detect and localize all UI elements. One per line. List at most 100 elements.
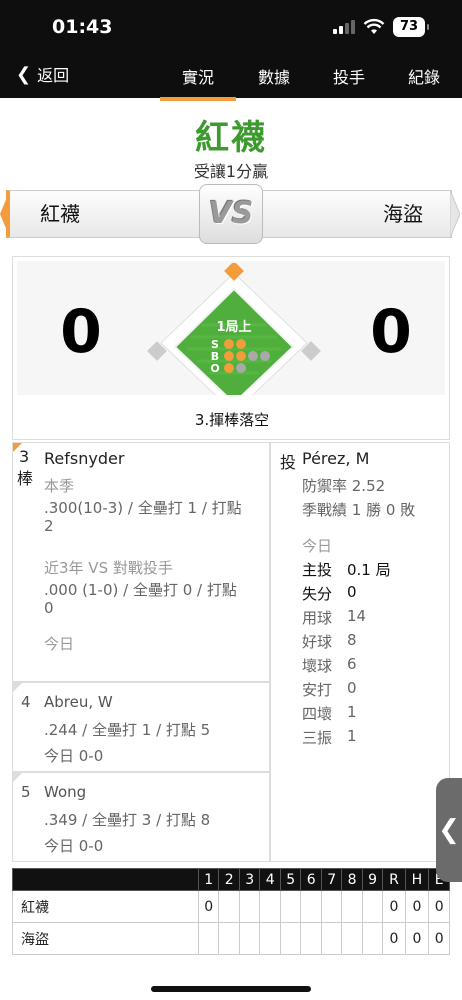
pitcher-tag: 投 — [280, 453, 297, 472]
pitcher-card[interactable]: 投 Pérez, M 防禦率 2.52 季戰績 1 勝 0 敗 今日 主投 0.… — [270, 442, 450, 862]
inning-header: 4 — [259, 868, 281, 891]
batter-corner-marker — [13, 773, 22, 782]
ball-light — [260, 351, 270, 361]
matchup-bar: 紅襪 海盜 VS — [0, 184, 462, 244]
stat-label-hits: 安打 — [302, 681, 333, 699]
inning-header: 7 — [320, 868, 343, 891]
stat-label-pitches: 用球 — [302, 609, 333, 627]
stat-label-balls: 壞球 — [302, 657, 333, 675]
next-batter-order: 4 — [21, 693, 31, 711]
linescore-cell — [279, 890, 302, 923]
stat-label-strikes: 好球 — [302, 633, 333, 651]
stat-value-balls: 6 — [347, 655, 357, 673]
pitcher-name: Pérez, M — [302, 449, 370, 468]
linescore-cell — [259, 890, 281, 923]
linescore-cell: 0 — [428, 922, 450, 955]
linescore-cell: 0 — [428, 890, 450, 923]
batter-corner-marker — [13, 683, 22, 692]
team-pointer-right-icon — [450, 190, 460, 238]
strike-light — [224, 339, 234, 349]
leading-team: 紅襪 — [195, 118, 267, 158]
handicap-status: 受讓1分贏 — [193, 162, 269, 181]
linescore-team: 海盜 — [12, 922, 199, 955]
vs-pitcher-label: 近3年 VS 對戰投手 — [44, 559, 173, 577]
batter-name: Refsnyder — [44, 449, 125, 468]
pitcher-record: 季戰績 1 勝 0 敗 — [302, 501, 416, 519]
home-team-name: 海盜 — [252, 190, 452, 238]
out-label: O — [210, 362, 219, 375]
inning-header: 9 — [361, 868, 384, 891]
stat-label-walks: 四壞 — [302, 705, 333, 723]
next-batter-stats: .244 / 全壘打 1 / 打點 5 — [44, 721, 211, 739]
inning-label: 1局上 — [216, 320, 251, 335]
linescore-cell — [300, 890, 322, 923]
stat-value-strikes: 8 — [347, 631, 357, 649]
next-batter-today: 今日 0-0 — [44, 837, 104, 855]
score-panel: 0 0 1局上 S B O — [17, 261, 445, 395]
stat-value-innings: 0.1 局 — [347, 561, 391, 579]
cellular-signal-icon — [333, 20, 355, 34]
last-play: 3.揮棒落空 — [194, 411, 270, 429]
next-batter-name: Abreu, W — [44, 693, 113, 711]
next-batter-stats: .349 / 全壘打 3 / 打點 8 — [44, 811, 211, 829]
linescore-table: 1 2 3 4 5 6 7 8 9 R H E 紅襪 0 0 0 0 海盜 0 … — [12, 868, 450, 955]
linescore-cell — [300, 922, 322, 955]
strike-light — [236, 339, 246, 349]
linescore-cell: 0 — [404, 922, 430, 955]
tab-stats[interactable]: 數據 — [236, 64, 312, 88]
next-batter-card[interactable]: 4 Abreu, W .244 / 全壘打 1 / 打點 5 今日 0-0 — [12, 682, 270, 772]
tab-pitchers[interactable]: 投手 — [311, 64, 387, 88]
stat-value-walks: 1 — [347, 703, 357, 721]
stat-value-strikeouts: 1 — [347, 727, 357, 745]
linescore-cell — [361, 890, 384, 923]
next-batter-today: 今日 0-0 — [44, 747, 104, 765]
tab-live[interactable]: 實況 — [160, 64, 236, 101]
linescore-cell: 0 — [197, 890, 220, 923]
team-pointer-left-icon — [0, 190, 10, 238]
next-batter-card[interactable]: 5 Wong .349 / 全壘打 3 / 打點 8 今日 0-0 — [12, 772, 270, 862]
linescore-cell — [259, 922, 281, 955]
linescore-cell — [238, 890, 261, 923]
chevron-left-icon: ❮ — [438, 815, 460, 845]
next-batter-order: 5 — [21, 783, 31, 801]
linescore-cell — [238, 922, 261, 955]
current-batter-card[interactable]: 3 棒 Refsnyder 本季 .300(10-3) / 全壘打 1 / 打點… — [12, 442, 270, 682]
batter-today-label: 今日 — [44, 635, 75, 653]
linescore-corner — [12, 868, 199, 891]
home-score: 0 — [370, 297, 412, 367]
inning-header: 5 — [279, 868, 302, 891]
stat-label-strikeouts: 三振 — [302, 729, 333, 747]
tab-bar: 實況 數據 投手 紀錄 — [0, 58, 462, 101]
batting-order-unit: 棒 — [17, 469, 34, 488]
side-drawer-handle[interactable]: ❮ — [436, 778, 462, 882]
ball-light — [236, 351, 246, 361]
ball-light — [248, 351, 258, 361]
away-team-name: 紅襪 — [6, 190, 212, 238]
inning-header: 1 — [197, 868, 220, 891]
tab-records[interactable]: 紀錄 — [386, 64, 462, 88]
table-row: 紅襪 0 0 0 0 — [12, 890, 450, 923]
linescore-header: 1 2 3 4 5 6 7 8 9 R H E — [12, 868, 450, 891]
inning-header: 8 — [341, 868, 363, 891]
battery-icon: 73 — [393, 17, 429, 37]
out-light — [236, 363, 246, 373]
next-batter-name: Wong — [44, 783, 87, 801]
batting-order-number: 3 — [19, 447, 30, 466]
stat-value-hits: 0 — [347, 679, 357, 697]
total-header: R — [382, 868, 406, 891]
home-indicator[interactable] — [151, 986, 311, 992]
linescore-cell — [279, 922, 302, 955]
ball-light — [224, 351, 234, 361]
table-row: 海盜 0 0 0 — [12, 922, 450, 955]
linescore-cell — [341, 922, 363, 955]
linescore-cell — [218, 922, 240, 955]
inning-header: 6 — [300, 868, 322, 891]
baseball-diamond: 1局上 S B O — [147, 263, 321, 395]
pitcher-today-label: 今日 — [302, 537, 333, 555]
scoreboard: 0 0 1局上 S B O 3.揮棒落空 — [12, 256, 450, 440]
top-bar: 01:43 73 ❮ 返回 實況 數據 投手 紀錄 — [0, 0, 462, 101]
linescore-cell — [218, 890, 240, 923]
linescore-cell: 0 — [404, 890, 430, 923]
vs-pitcher-stats-line2: 0 — [44, 599, 54, 617]
pitcher-era: 防禦率 2.52 — [302, 477, 386, 495]
